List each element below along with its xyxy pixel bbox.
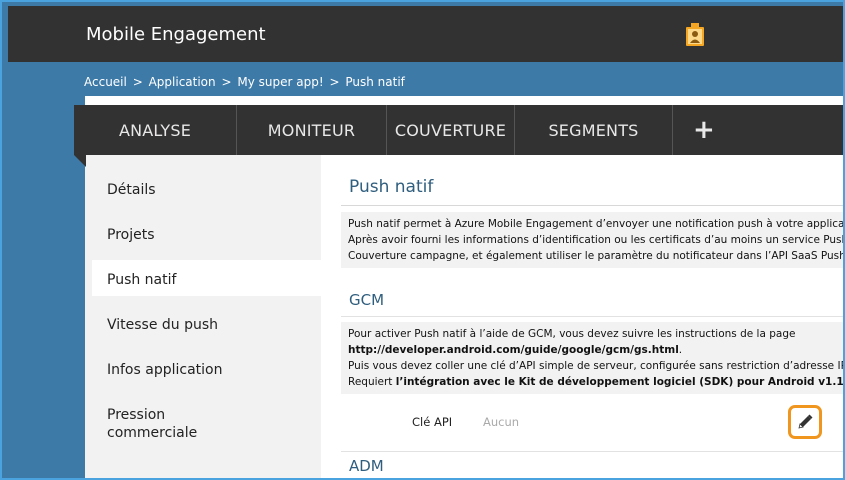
- sidebar-item-infos-application[interactable]: Infos application: [107, 361, 222, 379]
- adm-divider-top: [341, 451, 843, 452]
- api-key-label: Clé API: [412, 415, 453, 429]
- sidebar-item-label-line2: commerciale: [107, 425, 198, 441]
- intro-line-3: Couverture campagne, et également utilis…: [348, 250, 845, 262]
- breadcrumb-application[interactable]: Application: [149, 75, 216, 89]
- page-title: Push natif: [349, 177, 434, 197]
- app-title: Mobile Engagement: [86, 24, 266, 45]
- sidebar-item-projets[interactable]: Projets: [107, 226, 155, 244]
- tab-segments[interactable]: SEGMENTS: [515, 105, 673, 155]
- api-key-value: Aucun: [483, 415, 520, 429]
- sidebar-item-push-natif[interactable]: Push natif: [107, 271, 176, 289]
- user-badge-icon[interactable]: [684, 23, 706, 47]
- sidebar-item-label-line1: Pression: [107, 407, 166, 423]
- sidebar-item-pression-commerciale[interactable]: Pression commerciale: [107, 406, 197, 442]
- add-tab-plus-icon[interactable]: +: [673, 105, 735, 155]
- sidebar-item-details[interactable]: Détails: [107, 181, 156, 199]
- gcm-line-3: Puis vous devez coller une clé d’API sim…: [348, 360, 845, 372]
- breadcrumb-separator: >: [329, 75, 340, 89]
- title-divider: [341, 205, 843, 206]
- tab-moniteur[interactable]: MONITEUR: [237, 105, 387, 155]
- gcm-doc-link[interactable]: http://developer.android.com/guide/googl…: [348, 344, 679, 356]
- intro-line-1: Push natif permet à Azure Mobile Engagem…: [348, 218, 845, 230]
- sidebar-item-vitesse-du-push[interactable]: Vitesse du push: [107, 316, 218, 334]
- screenshot-frame: Mobile Engagement Accueil > Application …: [0, 0, 845, 480]
- breadcrumb-separator: >: [221, 75, 232, 89]
- main-panel: Push natif Push natif permet à Azure Mob…: [321, 155, 845, 478]
- pencil-icon: [798, 414, 813, 429]
- intro-line-2: Après avoir fourni les informations d’id…: [348, 234, 845, 246]
- gcm-requirement-bold: l’intégration avec le Kit de développeme…: [395, 376, 845, 388]
- breadcrumb-separator: >: [132, 75, 143, 89]
- gcm-info-box: Pour activer Push natif à l’aide de GCM,…: [341, 322, 845, 394]
- gcm-line-4: Requiert l’intégration avec le Kit de dé…: [348, 374, 845, 390]
- edit-api-key-button[interactable]: [788, 405, 822, 439]
- tab-bar: ANALYSE MONITEUR COUVERTURE SEGMENTS +: [74, 105, 843, 155]
- content-top-strip: [85, 96, 843, 105]
- gcm-section-title: GCM: [349, 291, 385, 309]
- breadcrumb: Accueil > Application > My super app! > …: [84, 75, 407, 89]
- tab-analyse[interactable]: ANALYSE: [74, 105, 237, 155]
- breadcrumb-app[interactable]: My super app!: [237, 75, 323, 89]
- sidebar: Détails Projets Push natif Vitesse du pu…: [85, 155, 321, 478]
- adm-section-title: ADM: [349, 457, 384, 475]
- gcm-divider: [341, 316, 843, 317]
- tab-couverture[interactable]: COUVERTURE: [387, 105, 515, 155]
- gcm-line-2: http://developer.android.com/guide/googl…: [348, 342, 843, 358]
- gcm-requirement-prefix: Requiert: [348, 376, 396, 388]
- breadcrumb-current: Push natif: [345, 75, 405, 89]
- intro-info-box: Push natif permet à Azure Mobile Engagem…: [341, 212, 845, 268]
- top-bar: Mobile Engagement: [8, 6, 843, 62]
- gcm-link-suffix: .: [678, 344, 683, 356]
- gcm-line-1: Pour activer Push natif à l’aide de GCM,…: [348, 328, 796, 340]
- breadcrumb-home[interactable]: Accueil: [84, 75, 127, 89]
